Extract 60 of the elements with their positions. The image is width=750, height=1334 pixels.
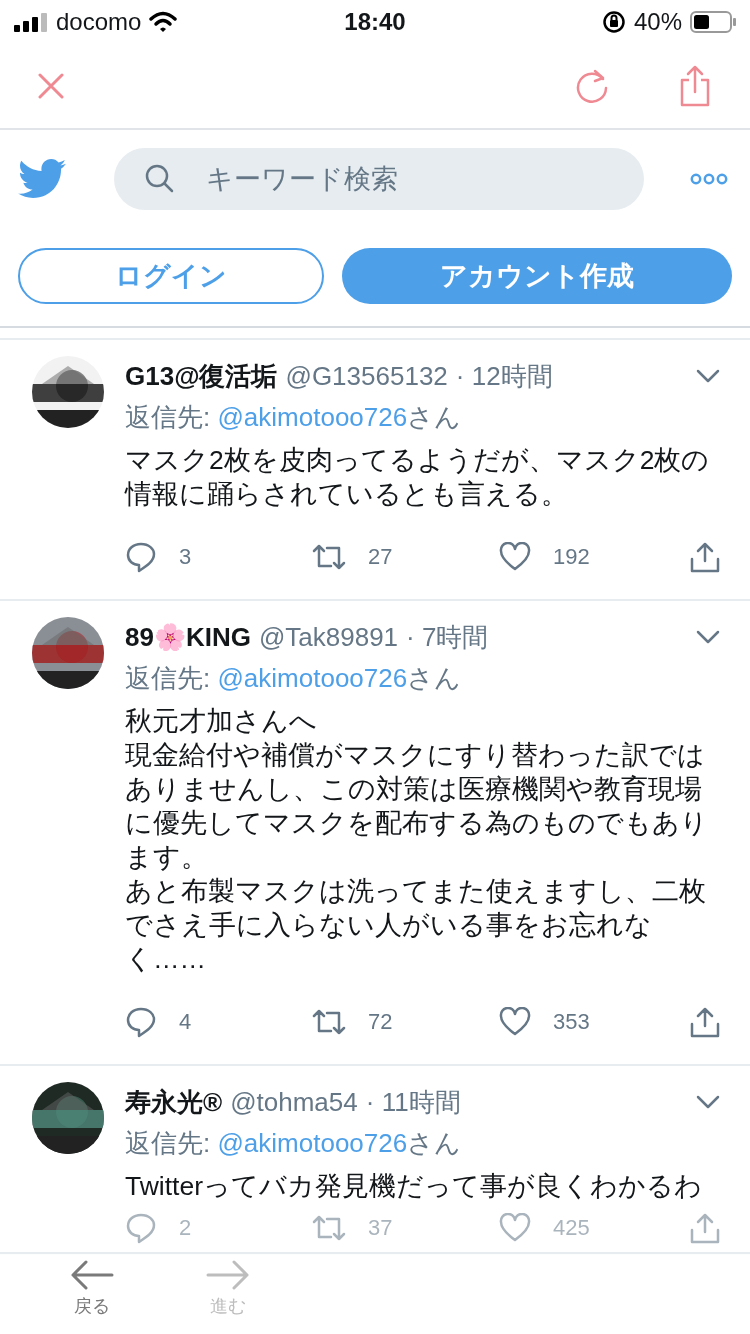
login-button[interactable]: ログイン xyxy=(18,248,324,304)
reply-icon[interactable] xyxy=(125,541,157,573)
signup-button[interactable]: アカウント作成 xyxy=(342,248,732,304)
right-arrow-icon xyxy=(206,1260,250,1290)
search-icon xyxy=(144,163,176,195)
honorific-text: さん xyxy=(407,663,462,693)
battery-icon xyxy=(690,11,736,33)
user-name[interactable]: 寿永光® xyxy=(125,1084,223,1120)
user-handle: @tohma54 xyxy=(230,1086,358,1118)
mention-link[interactable]: @akimotooo726 xyxy=(217,663,408,693)
tweet-time: · 12時間 xyxy=(455,359,553,393)
mention-link[interactable]: @akimotooo726 xyxy=(217,1128,408,1158)
like-count: 192 xyxy=(553,544,590,570)
honorific-text: さん xyxy=(407,1128,462,1158)
tweet-text: 現金給付や補償がマスクにすり替わった訳ではありませんし、この対策は医療機関や教育現場に優先してマスクを配布する為のものでもあります。 xyxy=(125,739,709,874)
share-icon[interactable] xyxy=(690,1006,720,1038)
retweet-icon[interactable] xyxy=(312,1007,346,1037)
tweet-text: 秋元才加さんへ xyxy=(125,705,318,738)
chevron-down-icon[interactable] xyxy=(696,1095,720,1109)
honorific-text: さん xyxy=(407,402,462,432)
tweet-time: · 7時間 xyxy=(406,620,489,654)
battery-percent: 40% xyxy=(633,8,682,36)
chevron-down-icon[interactable] xyxy=(696,630,720,644)
reply-count: 4 xyxy=(179,1009,192,1035)
like-count: 353 xyxy=(553,1009,590,1035)
user-handle: @G13565132 xyxy=(285,360,448,392)
bird-logo-icon[interactable] xyxy=(18,159,66,199)
left-arrow-icon xyxy=(70,1260,114,1290)
heart-icon[interactable] xyxy=(499,542,531,572)
user-name[interactable]: 89🌸KING xyxy=(125,621,251,653)
reply-label: 返信先: xyxy=(125,1128,211,1158)
tweet-text: あと布製マスクは洗ってまた使えますし、二枚でさえ手に入らない人がいる事をお忘れなく…… xyxy=(125,875,707,976)
close-button[interactable] xyxy=(36,71,66,101)
chevron-down-icon[interactable] xyxy=(696,369,720,383)
carrier-name: docomo xyxy=(56,8,142,36)
reply-icon[interactable] xyxy=(125,1006,157,1038)
reply-label: 返信先: xyxy=(125,402,211,432)
back-button[interactable]: 戻る xyxy=(70,1254,114,1334)
more-options-button[interactable] xyxy=(688,171,730,187)
reply-count: 3 xyxy=(179,544,192,570)
wifi-icon xyxy=(149,11,178,33)
reply-count: 2 xyxy=(179,1215,192,1241)
signal-icon xyxy=(14,12,48,32)
search-field[interactable]: キーワード検索 xyxy=(114,148,644,210)
tweet-text: Twitterってバカ発見機だって事が良くわかるわ xyxy=(125,1170,704,1203)
retweet-icon[interactable] xyxy=(312,542,346,572)
tweet-text: マスク2枚を皮肉ってるようだが、マスク2枚の情報に踊らされているとも言える。 xyxy=(125,444,711,511)
retweet-count: 27 xyxy=(368,544,393,570)
mention-link[interactable]: @akimotooo726 xyxy=(217,402,408,432)
retweet-count: 37 xyxy=(368,1215,393,1241)
share-icon[interactable] xyxy=(690,541,720,573)
clock-time: 18:40 xyxy=(344,8,406,36)
rotation-lock-icon xyxy=(601,10,626,34)
heart-icon[interactable] xyxy=(499,1007,531,1037)
reply-label: 返信先: xyxy=(125,663,211,693)
retweet-count: 72 xyxy=(368,1009,393,1035)
user-name[interactable]: G13@復活垢 xyxy=(125,358,278,394)
tweet-time: · 11時間 xyxy=(365,1085,461,1119)
like-count: 425 xyxy=(553,1215,590,1241)
user-handle: @Tak89891 xyxy=(258,621,399,653)
